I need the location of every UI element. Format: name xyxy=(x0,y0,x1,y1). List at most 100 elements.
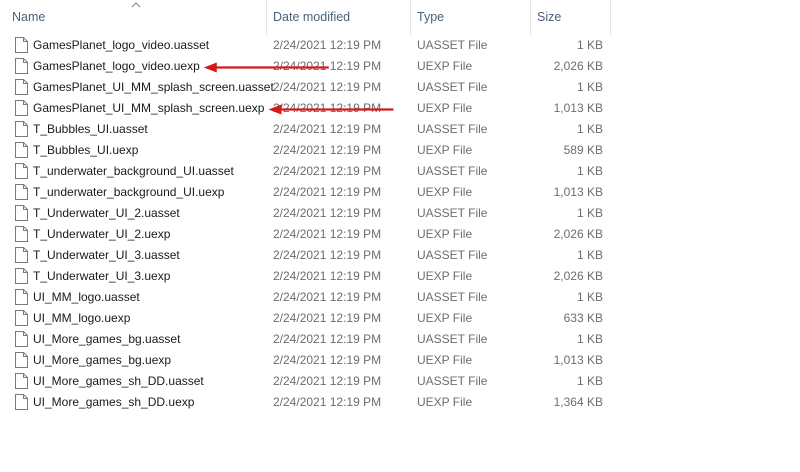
file-row[interactable]: UI_More_games_sh_DD.uexp 2/24/2021 12:19… xyxy=(0,392,612,413)
file-date-modified: 2/24/2021 12:19 PM xyxy=(273,311,382,325)
generic-file-icon xyxy=(15,352,28,368)
generic-file-icon xyxy=(15,37,28,53)
file-name: GamesPlanet_UI_MM_splash_screen.uexp xyxy=(33,101,265,115)
generic-file-icon xyxy=(15,184,28,200)
file-row[interactable]: T_Underwater_UI_3.uexp 2/24/2021 12:19 P… xyxy=(0,266,612,287)
file-date-modified: 2/24/2021 12:19 PM xyxy=(273,374,382,388)
sort-ascending-icon xyxy=(131,2,141,8)
column-divider[interactable] xyxy=(410,0,411,35)
generic-file-icon xyxy=(15,268,28,284)
file-size: 1 KB xyxy=(576,122,603,136)
file-type: UEXP File xyxy=(417,101,473,115)
column-divider[interactable] xyxy=(610,0,611,35)
file-row[interactable]: GamesPlanet_logo_video.uexp 2/24/2021 12… xyxy=(0,56,612,77)
file-size: 1 KB xyxy=(576,38,603,52)
file-date-modified: 2/24/2021 12:19 PM xyxy=(273,59,382,73)
file-row[interactable]: T_Underwater_UI_3.uasset 2/24/2021 12:19… xyxy=(0,245,612,266)
file-name: T_Underwater_UI_3.uasset xyxy=(33,248,180,262)
file-type: UEXP File xyxy=(417,311,473,325)
column-header-bar: Name Date modified Type Size xyxy=(0,0,612,35)
file-size: 2,026 KB xyxy=(553,59,603,73)
column-header-name[interactable]: Name xyxy=(12,0,45,35)
file-name: UI_MM_logo.uexp xyxy=(33,311,131,325)
file-name: T_Underwater_UI_2.uasset xyxy=(33,206,180,220)
file-date-modified: 2/24/2021 12:19 PM xyxy=(273,332,382,346)
file-row[interactable]: UI_More_games_sh_DD.uasset 2/24/2021 12:… xyxy=(0,371,612,392)
file-date-modified: 2/24/2021 12:19 PM xyxy=(273,206,382,220)
file-name: T_Bubbles_UI.uexp xyxy=(33,143,139,157)
generic-file-icon xyxy=(15,247,28,263)
column-divider[interactable] xyxy=(266,0,267,35)
file-name: T_underwater_background_UI.uasset xyxy=(33,164,234,178)
file-size: 589 KB xyxy=(563,143,603,157)
file-size: 633 KB xyxy=(563,311,603,325)
file-name: UI_More_games_sh_DD.uasset xyxy=(33,374,204,388)
generic-file-icon xyxy=(15,289,28,305)
file-row[interactable]: GamesPlanet_UI_MM_splash_screen.uexp 2/2… xyxy=(0,98,612,119)
file-size: 1 KB xyxy=(576,206,603,220)
generic-file-icon xyxy=(15,373,28,389)
file-name: T_Underwater_UI_2.uexp xyxy=(33,227,171,241)
file-explorer-details-view: Name Date modified Type Size GamesPlanet… xyxy=(0,0,800,472)
file-type: UASSET File xyxy=(417,248,488,262)
file-row[interactable]: T_underwater_background_UI.uexp 2/24/202… xyxy=(0,182,612,203)
file-name: UI_More_games_sh_DD.uexp xyxy=(33,395,195,409)
file-row[interactable]: UI_MM_logo.uasset 2/24/2021 12:19 PM UAS… xyxy=(0,287,612,308)
file-date-modified: 2/24/2021 12:19 PM xyxy=(273,248,382,262)
file-date-modified: 2/24/2021 12:19 PM xyxy=(273,353,382,367)
file-name: UI_More_games_bg.uasset xyxy=(33,332,181,346)
file-type: UEXP File xyxy=(417,395,473,409)
file-date-modified: 2/24/2021 12:19 PM xyxy=(273,122,382,136)
file-size: 1 KB xyxy=(576,290,603,304)
generic-file-icon xyxy=(15,331,28,347)
file-row[interactable]: UI_MM_logo.uexp 2/24/2021 12:19 PM UEXP … xyxy=(0,308,612,329)
file-type: UEXP File xyxy=(417,227,473,241)
file-name: GamesPlanet_UI_MM_splash_screen.uasset xyxy=(33,80,274,94)
file-type: UEXP File xyxy=(417,185,473,199)
file-type: UASSET File xyxy=(417,122,488,136)
file-date-modified: 2/24/2021 12:19 PM xyxy=(273,101,382,115)
file-row[interactable]: GamesPlanet_UI_MM_splash_screen.uasset 2… xyxy=(0,77,612,98)
file-type: UASSET File xyxy=(417,206,488,220)
file-size: 1 KB xyxy=(576,248,603,262)
generic-file-icon xyxy=(15,79,28,95)
column-header-size[interactable]: Size xyxy=(537,0,561,35)
file-row[interactable]: UI_More_games_bg.uexp 2/24/2021 12:19 PM… xyxy=(0,350,612,371)
generic-file-icon xyxy=(15,310,28,326)
generic-file-icon xyxy=(15,58,28,74)
file-row[interactable]: T_Underwater_UI_2.uasset 2/24/2021 12:19… xyxy=(0,203,612,224)
file-row[interactable]: T_Bubbles_UI.uasset 2/24/2021 12:19 PM U… xyxy=(0,119,612,140)
file-type: UASSET File xyxy=(417,80,488,94)
column-header-date-modified[interactable]: Date modified xyxy=(273,0,350,35)
column-header-type[interactable]: Type xyxy=(417,0,444,35)
file-date-modified: 2/24/2021 12:19 PM xyxy=(273,80,382,94)
file-row[interactable]: UI_More_games_bg.uasset 2/24/2021 12:19 … xyxy=(0,329,612,350)
file-size: 1 KB xyxy=(576,80,603,94)
file-row[interactable]: T_Bubbles_UI.uexp 2/24/2021 12:19 PM UEX… xyxy=(0,140,612,161)
file-size: 1 KB xyxy=(576,374,603,388)
file-date-modified: 2/24/2021 12:19 PM xyxy=(273,290,382,304)
file-name: UI_MM_logo.uasset xyxy=(33,290,140,304)
file-name: T_Underwater_UI_3.uexp xyxy=(33,269,171,283)
generic-file-icon xyxy=(15,100,28,116)
file-type: UASSET File xyxy=(417,290,488,304)
file-row[interactable]: T_underwater_background_UI.uasset 2/24/2… xyxy=(0,161,612,182)
file-type: UEXP File xyxy=(417,143,473,157)
file-name: GamesPlanet_logo_video.uexp xyxy=(33,59,200,73)
file-date-modified: 2/24/2021 12:19 PM xyxy=(273,185,382,199)
file-size: 1,013 KB xyxy=(553,185,603,199)
generic-file-icon xyxy=(15,394,28,410)
generic-file-icon xyxy=(15,121,28,137)
file-size: 1,364 KB xyxy=(553,395,603,409)
column-divider[interactable] xyxy=(530,0,531,35)
generic-file-icon xyxy=(15,142,28,158)
file-type: UEXP File xyxy=(417,269,473,283)
file-type: UASSET File xyxy=(417,164,488,178)
file-row[interactable]: GamesPlanet_logo_video.uasset 2/24/2021 … xyxy=(0,35,612,56)
file-row[interactable]: T_Underwater_UI_2.uexp 2/24/2021 12:19 P… xyxy=(0,224,612,245)
file-date-modified: 2/24/2021 12:19 PM xyxy=(273,143,382,157)
file-name: T_underwater_background_UI.uexp xyxy=(33,185,225,199)
file-date-modified: 2/24/2021 12:19 PM xyxy=(273,164,382,178)
file-date-modified: 2/24/2021 12:19 PM xyxy=(273,38,382,52)
file-type: UEXP File xyxy=(417,353,473,367)
